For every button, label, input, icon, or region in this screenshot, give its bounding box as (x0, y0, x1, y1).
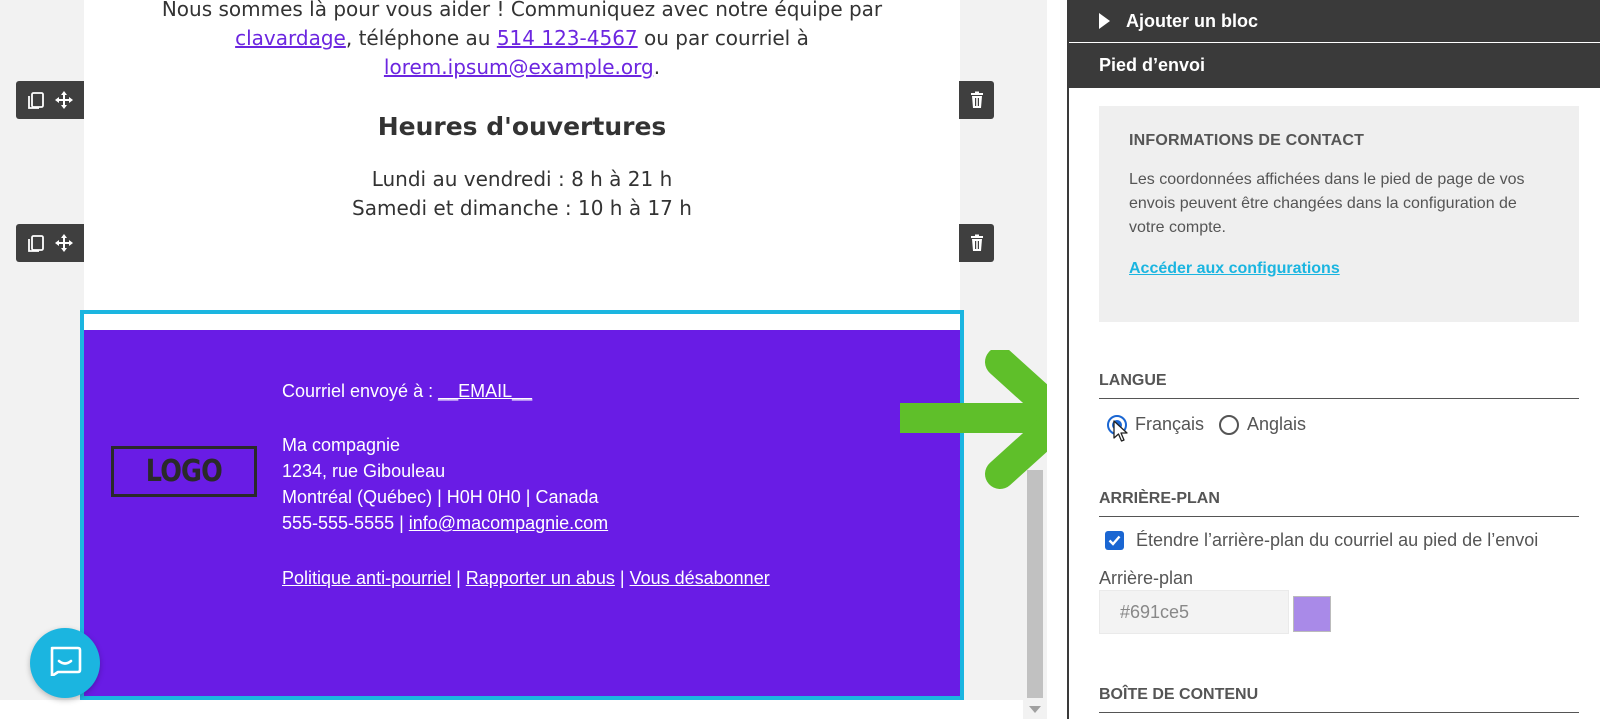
anti-spam-policy-link[interactable]: Politique anti-pourriel (282, 568, 451, 588)
footer-logo: LOGO (111, 446, 257, 497)
company-city: Montréal (Québec) | H0H 0H0 | Canada (282, 487, 599, 507)
footer-header-label: Pied d’envoi (1099, 55, 1206, 75)
open-settings-link[interactable]: Accéder aux configurations (1129, 260, 1340, 278)
language-option-english[interactable]: Anglais (1219, 414, 1306, 435)
company-street: 1234, rue Gibouleau (282, 461, 446, 481)
add-block-header[interactable]: Ajouter un bloc (1067, 0, 1600, 42)
move-icon[interactable] (53, 89, 75, 111)
arrow-right-icon (900, 350, 1047, 489)
footer-separator: | (451, 568, 466, 588)
company-email-link[interactable]: info@macompagnie.com (409, 513, 608, 533)
email-footer-block[interactable]: LOGO Courriel envoyé à : __EMAIL__ Ma co… (80, 310, 964, 700)
hours-heading: Heures d'ouvertures (377, 112, 667, 141)
background-color-input[interactable]: #691ce5 (1099, 590, 1289, 634)
delete-block-button-1[interactable] (959, 81, 994, 119)
hours-weekdays: Lundi au vendredi : 8 h à 21 h (371, 167, 673, 191)
block-toolbar-2 (16, 224, 84, 262)
background-color-swatch[interactable] (1293, 596, 1331, 632)
unsubscribe-link[interactable]: Vous désabonner (630, 568, 770, 588)
contact-info-title: INFORMATIONS DE CONTACT (1129, 132, 1365, 149)
sent-to-email-link[interactable]: __EMAIL__ (438, 381, 532, 401)
contact-info-box: INFORMATIONS DE CONTACT Les coordonnées … (1099, 106, 1579, 322)
move-icon[interactable] (53, 232, 75, 254)
report-abuse-link[interactable]: Rapporter un abus (466, 568, 615, 588)
contact-info-description: Les coordonnées affichées dans le pied d… (1129, 171, 1525, 236)
sent-to-line: Courriel envoyé à : __EMAIL__ (282, 378, 532, 404)
company-phone: 555-555-5555 | (282, 513, 409, 533)
chat-link[interactable]: clavardage (235, 26, 346, 50)
company-name: Ma compagnie (282, 435, 401, 455)
french-label: Français (1135, 414, 1205, 434)
footer-background: LOGO Courriel envoyé à : __EMAIL__ Ma co… (84, 330, 960, 696)
add-block-label: Ajouter un bloc (1126, 10, 1258, 31)
background-color-label: Arrière-plan (1099, 568, 1194, 588)
background-section-title: ARRIÈRE-PLAN (1099, 490, 1579, 517)
logo-text: LOGO (145, 454, 223, 489)
language-section-title: LANGUE (1099, 372, 1579, 399)
email-prefix-text: ou par courriel à (637, 26, 809, 50)
footer-links: Politique anti-pourriel | Rapporter un a… (282, 565, 770, 591)
block-toolbar-1 (16, 81, 84, 119)
sent-to-label: Courriel envoyé à : (282, 381, 439, 401)
scroll-down-arrow-icon[interactable] (1029, 706, 1041, 713)
footer-separator: | (614, 568, 630, 588)
chat-icon (48, 646, 82, 680)
expand-triangle-icon (1099, 13, 1110, 29)
phone-prefix-text: , téléphone au (345, 26, 497, 50)
cursor-icon (1113, 420, 1128, 442)
extend-background-option[interactable]: Étendre l’arrière-plan du courriel au pi… (1105, 530, 1538, 551)
delete-block-button-2[interactable] (959, 224, 994, 262)
extend-background-label: Étendre l’arrière-plan du courriel au pi… (1136, 530, 1539, 550)
support-email-link[interactable]: lorem.ipsum@example.org (384, 55, 654, 79)
contact-line-text: Nous sommes là pour vous aider ! Communi… (161, 0, 883, 21)
english-label: Anglais (1247, 414, 1307, 434)
copy-icon[interactable] (25, 232, 47, 254)
settings-panel-content: Ajouter un bloc Pied d’envoi INFORMATION… (1067, 0, 1600, 719)
email-suffix-text: . (653, 55, 661, 79)
contact-paragraph: Nous sommes là pour vous aider ! Communi… (84, 0, 960, 82)
hours-weekend: Samedi et dimanche : 10 h à 17 h (352, 196, 692, 220)
trash-icon (966, 89, 988, 111)
editor-scrollbar-thumb[interactable] (1027, 470, 1043, 698)
chat-launcher-button[interactable] (30, 628, 100, 698)
extend-background-checkbox[interactable] (1105, 531, 1124, 550)
company-contact-line: 555-555-5555 | info@macompagnie.com (282, 510, 608, 536)
content-box-section-title: BOÎTE DE CONTENU (1099, 686, 1579, 713)
email-editor: Nous sommes là pour vous aider ! Communi… (0, 0, 1047, 719)
radio-english[interactable] (1219, 414, 1239, 435)
copy-icon[interactable] (25, 89, 47, 111)
editor-bottom-bar (0, 700, 1023, 719)
trash-icon (966, 232, 988, 254)
phone-link[interactable]: 514 123-4567 (497, 26, 638, 50)
footer-settings-header[interactable]: Pied d’envoi (1067, 43, 1600, 88)
